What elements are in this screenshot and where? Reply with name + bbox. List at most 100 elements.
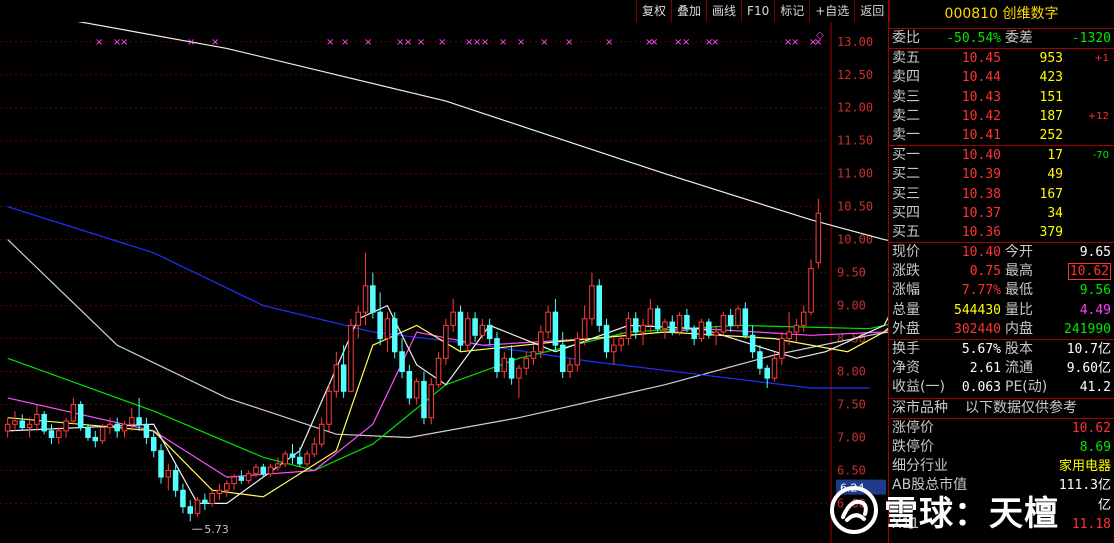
quote-value: 0.75 <box>969 264 1001 280</box>
order-row: 卖三 10.43 151 <box>889 88 1114 107</box>
quote-label: 现价 <box>892 244 920 261</box>
candle-body <box>85 427 91 438</box>
quote-label: 最高 <box>1005 263 1033 280</box>
order-price: 10.45 <box>961 51 1001 67</box>
order-row: 卖四 10.44 423 <box>889 68 1114 87</box>
candle-body <box>698 321 705 340</box>
order-price: 10.43 <box>961 89 1001 105</box>
weibi-row: 委比 -50.54% 委差 -1320 <box>889 29 1114 50</box>
candle-body <box>216 489 223 495</box>
candle-body <box>465 318 471 346</box>
order-level-label: 卖四 <box>892 69 920 86</box>
candle-body <box>413 380 420 399</box>
quote-row: 净资 2.61 流通 9.60亿 <box>889 359 1114 378</box>
candle-body <box>282 453 288 465</box>
extra-label: 涨停价 <box>892 419 934 436</box>
event-marker: × <box>404 37 412 48</box>
y-tick-label: 11.00 <box>837 167 873 181</box>
draw-line-button[interactable]: 画线 <box>707 0 743 22</box>
add-watchlist-button[interactable]: +自选 <box>810 0 856 22</box>
quote-label: 今开 <box>1005 244 1033 261</box>
candle-body <box>136 417 142 425</box>
watermark-text: 雪球：天檀 <box>884 493 1059 534</box>
f10-button[interactable]: F10 <box>742 0 776 22</box>
candle-body <box>647 308 654 326</box>
quote-label: 涨跌 <box>892 263 920 280</box>
candle-body <box>348 324 354 392</box>
quote-label: 外盘 <box>892 320 920 337</box>
y-tick-label: 8.00 <box>837 365 866 379</box>
back-button[interactable]: 返回 <box>855 0 891 22</box>
candle-body <box>202 499 208 504</box>
candle-body <box>545 311 551 333</box>
chart-toolbar: 复权 叠加 画线 F10 标记 +自选 返回 <box>636 0 891 22</box>
quote-row: 涨跌 0.75 最高 10.62 <box>889 262 1114 281</box>
quote-value: 4.49 <box>1079 302 1111 318</box>
quote-value: 41.2 <box>1079 380 1111 396</box>
quote-row: 换手 5.67% 股本 10.7亿 <box>889 340 1114 359</box>
candle-body <box>180 489 186 508</box>
y-tick-label: 7.00 <box>837 430 866 444</box>
y-tick-label: 10.50 <box>837 200 873 214</box>
event-marker: × <box>364 37 372 48</box>
candle-body <box>720 314 727 333</box>
order-level-label: 买三 <box>892 185 920 202</box>
sell-orders: 卖五 10.45 953 +1 卖四 10.44 423 卖三 10.43 151 卖二 10.42 1… <box>889 49 1114 147</box>
event-marker: × <box>326 37 334 48</box>
candle-body <box>77 404 84 429</box>
candle-body <box>340 364 347 392</box>
candle-body <box>333 364 340 392</box>
candle-body <box>99 427 106 442</box>
event-marker: × <box>438 37 446 48</box>
quote-row: 收益(一) 0.063 PE(动) 41.2 <box>889 378 1114 397</box>
candle-body <box>238 476 245 481</box>
event-marker: × <box>417 37 425 48</box>
quote-value: 9.56 <box>1079 283 1111 299</box>
candle-body <box>92 436 99 442</box>
candle-body <box>41 413 47 432</box>
order-row: 买三 10.38 167 <box>889 185 1114 204</box>
candle-body <box>486 324 493 340</box>
order-level-label: 卖二 <box>892 107 920 124</box>
candle-body <box>172 469 179 491</box>
candle-body <box>654 308 661 330</box>
candle-body <box>70 404 77 422</box>
kline-chart-area[interactable]: 13.00 12.50 12.00 11.50 11.00 10.50 10.00 9.50 9… <box>0 22 888 543</box>
order-row: 卖二 10.42 187 +12 <box>889 107 1114 126</box>
order-volume: 49 <box>1047 167 1063 183</box>
order-price: 10.37 <box>961 205 1001 221</box>
quote-value: 7.77% <box>961 283 1001 299</box>
order-price: 10.41 <box>961 127 1001 143</box>
candle-body <box>370 285 376 313</box>
candle-body <box>187 506 194 514</box>
candle-body <box>596 285 603 326</box>
restore-rights-button[interactable]: 复权 <box>637 0 673 22</box>
order-volume: 167 <box>1039 186 1063 202</box>
order-level-label: 买五 <box>892 223 920 240</box>
candle-body <box>669 321 676 333</box>
quote-label: 换手 <box>892 341 920 357</box>
candle-body <box>800 311 807 326</box>
order-volume: 379 <box>1039 224 1063 240</box>
event-marker: × <box>187 37 195 48</box>
candle-body <box>428 384 435 419</box>
candle-body <box>114 423 120 432</box>
candle-body <box>391 318 398 353</box>
kline-chart[interactable]: 13.0012.5012.0011.5011.0010.5010.009.509… <box>0 22 888 543</box>
candle-body <box>362 285 369 313</box>
candle-body <box>479 324 486 336</box>
quote-value: 9.60亿 <box>1066 361 1111 377</box>
candle-body <box>377 311 383 340</box>
candle-body <box>267 466 274 475</box>
order-price: 10.38 <box>961 186 1001 202</box>
candle-body <box>494 338 500 373</box>
overlay-button[interactable]: 叠加 <box>672 0 708 22</box>
quote-label: 净资 <box>892 360 920 377</box>
candle-body <box>318 423 325 445</box>
reference-note: 以下数据仅供参考 <box>965 399 1077 416</box>
event-marker: × <box>481 37 489 48</box>
candle-body <box>589 285 595 320</box>
candle-body <box>275 463 281 468</box>
mark-button[interactable]: 标记 <box>775 0 811 22</box>
quote-label: 最低 <box>1005 282 1033 299</box>
